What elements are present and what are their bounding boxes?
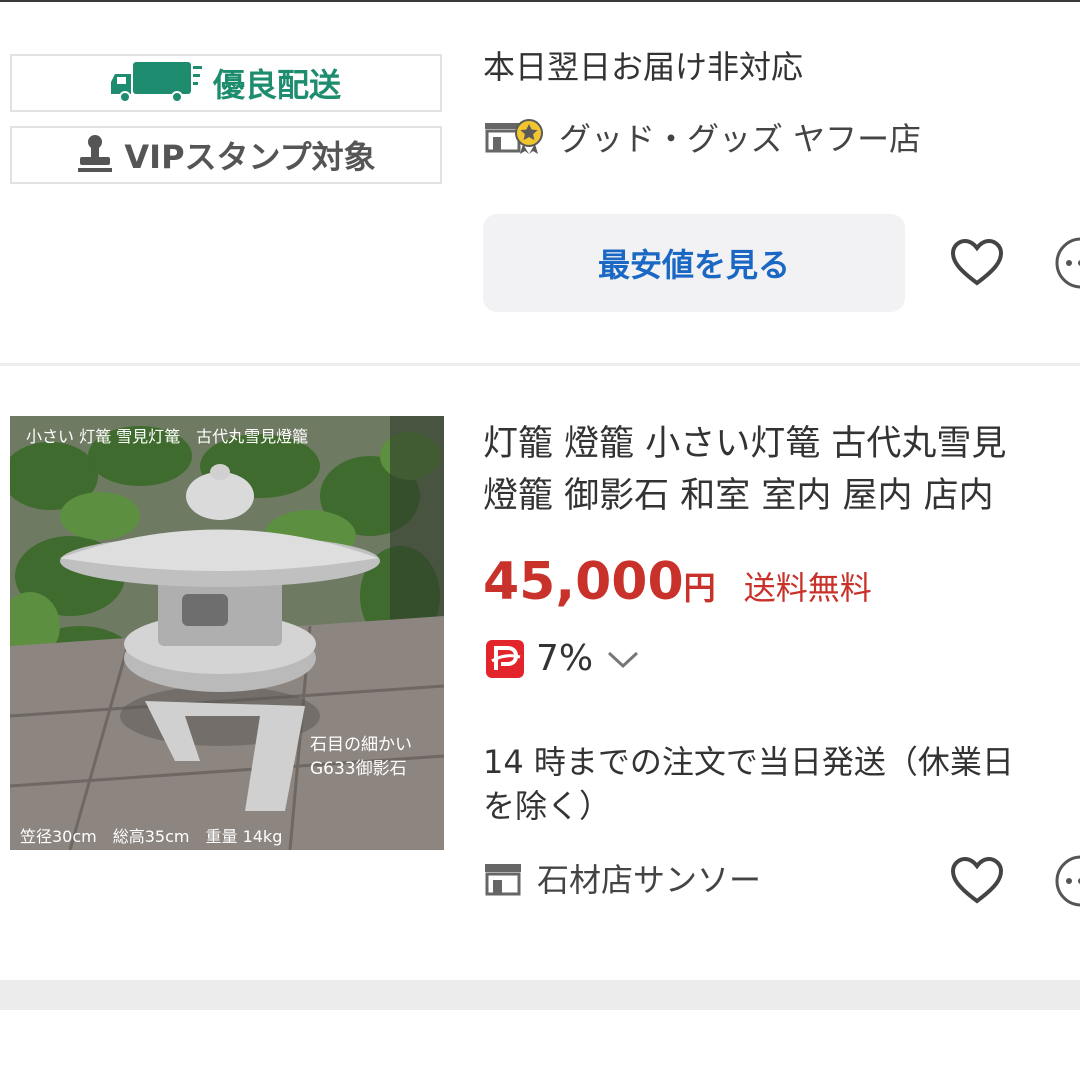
more-icon <box>1055 855 1080 907</box>
store-name-1: グッド・グッズ ヤフー店 <box>559 120 922 158</box>
chevron-down-icon <box>608 651 639 668</box>
product-title-line-1: 灯籠 燈籠 小さい灯篭 古代丸雪見 <box>483 424 1007 464</box>
more-button-1[interactable] <box>1054 236 1080 294</box>
top-divider <box>0 0 1080 2</box>
view-cheapest-button[interactable]: 最安値を見る <box>483 214 905 312</box>
price-currency: 円 <box>683 569 716 607</box>
paypay-icon <box>486 639 524 678</box>
store-name-2: 石材店サンソー <box>537 861 762 899</box>
more-icon <box>1055 237 1080 289</box>
delivery-note: 本日翌日お届け非対応 <box>483 48 804 86</box>
store-badge-icon <box>483 115 545 159</box>
shipping-note-line-1: 14 時までの注文で当日発送（休業日 <box>483 743 1014 781</box>
product-title[interactable]: 灯籠 燈籠 小さい灯篭 古代丸雪見 燈籠 御影石 和室 室内 屋内 店内 <box>483 418 1080 522</box>
photo-caption-top: 小さい 灯篭 雪見灯篭 古代丸雪見燈籠 <box>26 427 308 446</box>
product-photo[interactable]: 小さい 灯篭 雪見灯篭 古代丸雪見燈籠 石目の細かい G633御影石 笠径30c… <box>10 416 444 850</box>
price-value: 45,000円 <box>483 552 716 612</box>
good-shipping-badge: 優良配送 <box>10 54 442 112</box>
vip-stamp-label: VIPスタンプ対象 <box>124 138 376 176</box>
shipping-note-line-2: を除く） <box>483 787 612 825</box>
product-title-line-2: 燈籠 御影石 和室 室内 屋内 店内 <box>483 476 994 516</box>
price-amount: 45,000 <box>483 552 684 612</box>
item-divider <box>0 363 1080 366</box>
points-percentage: 7% <box>536 638 594 679</box>
heart-icon <box>950 238 1004 286</box>
store-icon <box>485 864 521 896</box>
photo-caption-stone: 石目の細かい <box>310 735 412 755</box>
good-shipping-label: 優良配送 <box>212 66 341 104</box>
heart-icon <box>950 856 1004 904</box>
vip-stamp-badge: VIPスタンプ対象 <box>10 126 442 184</box>
store-link-1[interactable]: グッド・グッズ ヤフー店 <box>483 114 921 160</box>
truck-icon <box>110 58 203 108</box>
section-separator <box>0 980 1080 1010</box>
more-button-2[interactable] <box>1054 854 1080 912</box>
favorite-button-2[interactable] <box>948 852 1006 914</box>
photo-caption-material: G633御影石 <box>310 759 407 779</box>
store-link-2[interactable]: 石材店サンソー <box>483 855 761 901</box>
photo-caption-dimensions: 笠径30cm 総高35cm 重量 14kg <box>20 827 282 846</box>
stamp-icon <box>76 133 114 177</box>
shipping-note: 14 時までの注文で当日発送（休業日 を除く） <box>483 740 1063 828</box>
points-toggle[interactable]: 7% <box>486 638 641 679</box>
price-row: 45,000円 送料無料 <box>483 552 872 612</box>
favorite-button-1[interactable] <box>948 234 1006 296</box>
free-shipping-label: 送料無料 <box>743 569 872 607</box>
